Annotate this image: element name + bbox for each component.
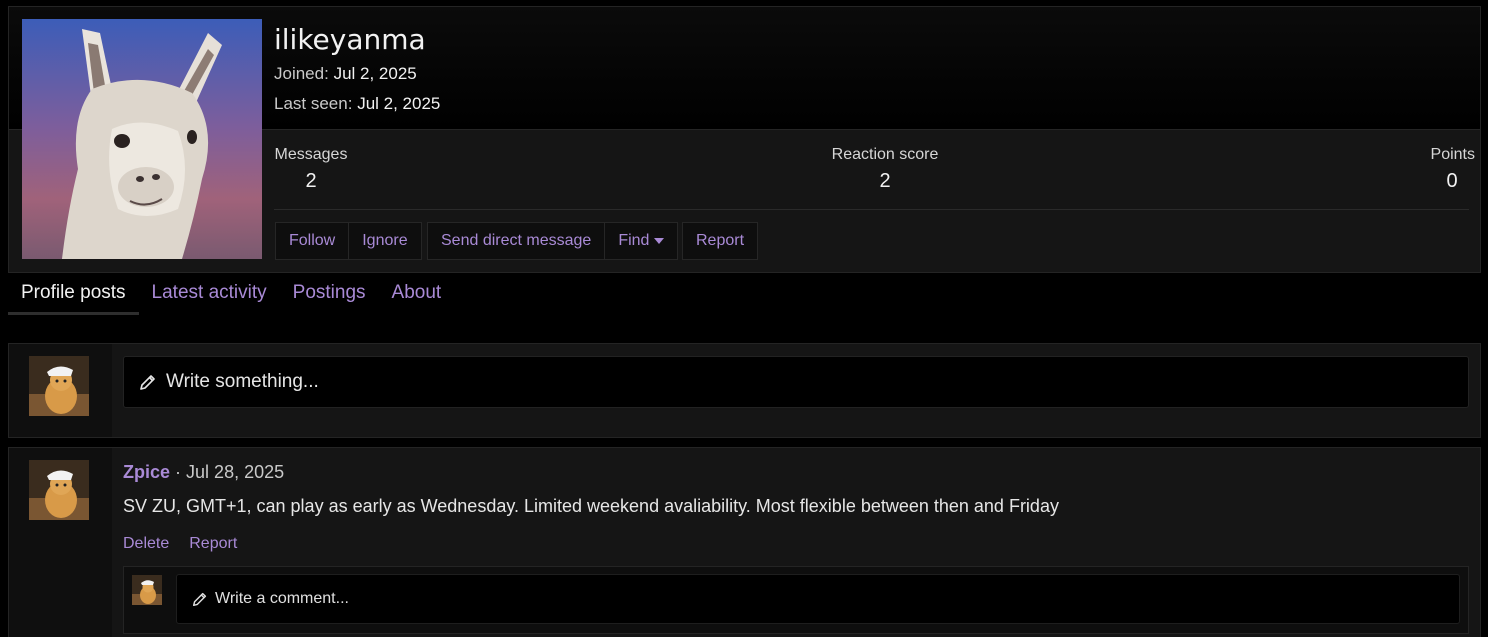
stat-messages-value: 2 bbox=[305, 170, 317, 192]
last-seen-label: Last seen: bbox=[274, 94, 353, 113]
comment-avatar[interactable] bbox=[132, 575, 162, 605]
caret-down-icon bbox=[654, 238, 665, 244]
follow-ignore-group: Follow Ignore bbox=[275, 222, 422, 260]
cat-avatar-image bbox=[132, 575, 162, 605]
post-separator: · bbox=[175, 462, 182, 482]
profile-username: ilikeyanma bbox=[274, 23, 426, 56]
post-body: SV ZU, GMT+1, can play as early as Wedne… bbox=[123, 496, 1059, 516]
joined-value: Jul 2, 2025 bbox=[333, 64, 417, 83]
stat-messages-label: Messages bbox=[274, 146, 348, 163]
write-comment-input[interactable]: Write a comment... bbox=[176, 574, 1460, 624]
profile-post: Zpice · Jul 28, 2025 SV ZU, GMT+1, can p… bbox=[8, 447, 1481, 637]
stat-points-value: 0 bbox=[1446, 170, 1458, 192]
post-author-avatar[interactable] bbox=[29, 460, 89, 520]
message-find-group: Send direct message Find bbox=[427, 222, 679, 260]
cat-avatar-image bbox=[29, 460, 89, 520]
ignore-button[interactable]: Ignore bbox=[349, 223, 420, 259]
post-actions: Delete Report bbox=[123, 535, 237, 553]
stat-points[interactable]: Points 0 bbox=[1415, 146, 1475, 193]
last-seen-line: Last seen: Jul 2, 2025 bbox=[274, 94, 440, 114]
stat-messages[interactable]: Messages 2 bbox=[274, 146, 348, 193]
profile-avatar[interactable] bbox=[22, 19, 262, 259]
last-seen-value: Jul 2, 2025 bbox=[357, 94, 441, 113]
stat-points-label: Points bbox=[1430, 146, 1475, 163]
write-something-input[interactable]: Write something... bbox=[123, 356, 1469, 408]
find-menu-button[interactable]: Find bbox=[605, 223, 677, 259]
stats-divider bbox=[274, 209, 1469, 210]
write-comment-placeholder: Write a comment... bbox=[215, 590, 349, 607]
pencil-icon bbox=[192, 592, 207, 607]
stat-reaction-label: Reaction score bbox=[831, 146, 939, 163]
cat-avatar-image bbox=[29, 356, 89, 416]
tab-about[interactable]: About bbox=[379, 273, 455, 315]
composer-avatar[interactable] bbox=[29, 356, 89, 416]
llama-avatar-image bbox=[22, 19, 262, 259]
post-author-link[interactable]: Zpice bbox=[123, 462, 170, 482]
delete-post-link[interactable]: Delete bbox=[123, 535, 169, 553]
report-group: Report bbox=[682, 222, 759, 260]
joined-line: Joined: Jul 2, 2025 bbox=[274, 64, 417, 84]
profile-header: ilikeyanma Joined: Jul 2, 2025 Last seen… bbox=[8, 6, 1481, 273]
stat-reaction-score[interactable]: Reaction score 2 bbox=[827, 146, 943, 193]
find-label: Find bbox=[618, 232, 650, 249]
report-post-link[interactable]: Report bbox=[189, 535, 237, 553]
write-something-placeholder: Write something... bbox=[166, 371, 319, 392]
tab-postings[interactable]: Postings bbox=[280, 273, 379, 315]
tab-latest-activity[interactable]: Latest activity bbox=[139, 273, 280, 315]
follow-button[interactable]: Follow bbox=[276, 223, 350, 259]
profile-post-composer: Write something... bbox=[8, 343, 1481, 438]
send-direct-message-button[interactable]: Send direct message bbox=[428, 223, 606, 259]
tab-profile-posts[interactable]: Profile posts bbox=[8, 273, 139, 315]
pencil-icon bbox=[140, 375, 155, 390]
stat-reaction-value: 2 bbox=[879, 170, 891, 192]
joined-label: Joined: bbox=[274, 64, 329, 83]
post-date[interactable]: Jul 28, 2025 bbox=[186, 462, 284, 482]
post-header: Zpice · Jul 28, 2025 bbox=[123, 462, 284, 483]
profile-tabs: Profile posts Latest activity Postings A… bbox=[8, 273, 454, 315]
comment-area: Write a comment... bbox=[123, 566, 1469, 634]
report-profile-button[interactable]: Report bbox=[683, 223, 757, 259]
